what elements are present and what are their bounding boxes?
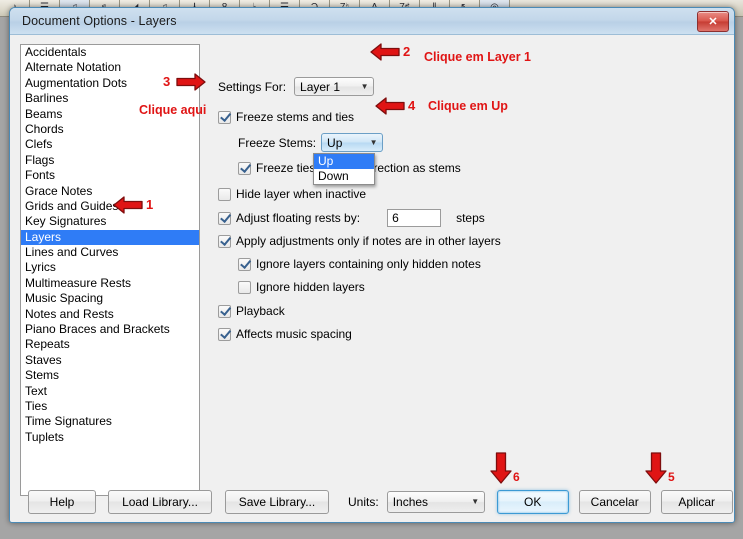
playback-label: Playback (236, 304, 285, 318)
load-library-button[interactable]: Load Library... (108, 490, 212, 514)
freeze-stems-select[interactable]: Up ▼ (321, 133, 384, 152)
category-item[interactable]: Multimeasure Rests (21, 276, 199, 291)
category-item[interactable]: Alternate Notation (21, 60, 199, 75)
category-item[interactable]: Grids and Guides (21, 199, 199, 214)
annotation-number-2: 2 (403, 44, 411, 59)
layers-settings-panel: Settings For: Layer 1 ▼ Freeze stems and… (210, 44, 720, 341)
annotation-number-1: 1 (146, 197, 154, 212)
freeze-stems-row: Freeze Stems: Up ▼ (238, 133, 720, 152)
annotation-arrow-3 (176, 73, 206, 91)
save-library-button[interactable]: Save Library... (225, 490, 329, 514)
adjust-rests-checkbox[interactable] (218, 211, 231, 225)
settings-for-value: Layer 1 (300, 79, 341, 94)
ignore-hidden-notes-row[interactable]: Ignore layers containing only hidden not… (238, 257, 720, 271)
adjust-rests-row[interactable]: Adjust floating rests by: 6 steps (218, 209, 720, 227)
units-label: Units: (348, 495, 379, 509)
hide-layer-label: Hide layer when inactive (236, 187, 367, 201)
settings-for-select[interactable]: Layer 1 ▼ (294, 77, 375, 96)
annotation-text-2: Clique em Layer 1 (424, 50, 531, 64)
dropdown-option[interactable]: Up (314, 154, 374, 169)
affects-music-spacing-row[interactable]: Affects music spacing (218, 327, 720, 341)
ok-button[interactable]: OK (496, 490, 569, 514)
category-item[interactable]: Key Signatures (21, 214, 199, 229)
playback-checkbox[interactable] (218, 304, 231, 318)
settings-for-label: Settings For: (218, 79, 287, 94)
annotation-number-5: 5 (668, 470, 675, 484)
adjust-rests-input[interactable]: 6 (387, 209, 442, 227)
category-item[interactable]: Grace Notes (21, 184, 199, 199)
category-item[interactable]: Tuplets (21, 430, 199, 445)
chevron-down-icon: ▼ (360, 81, 369, 91)
ignore-hidden-notes-label: Ignore layers containing only hidden not… (256, 257, 481, 271)
affects-music-spacing-checkbox[interactable] (218, 327, 231, 341)
freeze-stems-dropdown-list[interactable]: Up Down (313, 153, 375, 185)
ignore-hidden-layers-row[interactable]: Ignore hidden layers (238, 280, 720, 294)
apply-adjustments-label: Apply adjustments only if notes are in o… (236, 234, 501, 248)
ignore-hidden-notes-checkbox[interactable] (238, 257, 251, 271)
category-item[interactable]: Lyrics (21, 260, 199, 275)
hide-layer-row[interactable]: Hide layer when inactive (218, 187, 720, 201)
category-item[interactable]: Piano Braces and Brackets (21, 322, 199, 337)
chevron-down-icon: ▼ (471, 497, 480, 506)
freeze-stems-label: Freeze Stems: (238, 135, 317, 150)
apply-button[interactable]: Aplicar (660, 490, 733, 514)
annotation-text-3: Clique aqui (139, 103, 207, 117)
freeze-ties-row[interactable]: Freeze ties in same direction as stems (238, 161, 720, 175)
close-icon[interactable]: ✕ (697, 11, 729, 32)
category-item[interactable]: Accidentals (21, 45, 199, 60)
category-item[interactable]: Music Spacing (21, 291, 199, 306)
annotation-arrow-6 (490, 452, 512, 484)
category-item[interactable]: Clefs (21, 137, 199, 152)
annotation-arrow-4 (375, 97, 405, 115)
freeze-ties-checkbox[interactable] (238, 161, 251, 175)
settings-for-row: Settings For: Layer 1 ▼ (218, 77, 720, 96)
category-item[interactable]: Flags (21, 153, 199, 168)
apply-adjustments-row[interactable]: Apply adjustments only if notes are in o… (218, 234, 720, 248)
annotation-number-6: 6 (513, 470, 520, 484)
dialog-titlebar: Document Options - Layers ✕ (10, 8, 734, 35)
freeze-stems-ties-label: Freeze stems and ties (236, 110, 355, 124)
category-item[interactable]: Augmentation Dots (21, 76, 199, 91)
freeze-stems-value: Up (327, 135, 343, 150)
cancel-button[interactable]: Cancelar (578, 490, 651, 514)
annotation-number-4: 4 (408, 98, 416, 113)
affects-music-spacing-label: Affects music spacing (236, 327, 352, 341)
document-options-dialog: Document Options - Layers ✕ Accidentals A… (9, 7, 735, 523)
category-item[interactable]: Layers (21, 229, 199, 246)
ignore-hidden-layers-label: Ignore hidden layers (256, 280, 365, 294)
units-value: Inches (392, 495, 429, 509)
adjust-rests-label: Adjust floating rests by: (236, 211, 361, 225)
chevron-down-icon: ▼ (369, 137, 378, 147)
units-select[interactable]: Inches ▼ (386, 491, 485, 513)
category-item[interactable]: Time Signatures (21, 414, 199, 429)
category-item[interactable]: Repeats (21, 337, 199, 352)
dropdown-option[interactable]: Down (314, 169, 374, 184)
help-button[interactable]: Help (28, 490, 96, 514)
dialog-footer: Help Load Library... Save Library... Uni… (10, 490, 736, 514)
ignore-hidden-layers-checkbox[interactable] (238, 280, 251, 294)
freeze-stems-ties-checkbox[interactable] (218, 110, 231, 124)
annotation-arrow-5 (645, 452, 667, 484)
category-item[interactable]: Stems (21, 368, 199, 383)
hide-layer-checkbox[interactable] (218, 187, 231, 201)
category-item[interactable]: Staves (21, 353, 199, 368)
playback-row[interactable]: Playback (218, 304, 720, 318)
category-item[interactable]: Notes and Rests (21, 307, 199, 322)
category-item[interactable]: Fonts (21, 168, 199, 183)
apply-adjustments-checkbox[interactable] (218, 234, 231, 248)
annotation-arrow-1 (113, 196, 143, 214)
annotation-number-3: 3 (163, 74, 171, 89)
category-item[interactable]: Lines and Curves (21, 245, 199, 260)
category-item[interactable]: Ties (21, 399, 199, 414)
annotation-arrow-2 (370, 43, 400, 61)
steps-label: steps (456, 211, 485, 225)
dialog-title: Document Options - Layers (22, 14, 177, 28)
category-item[interactable]: Chords (21, 122, 199, 137)
annotation-text-4: Clique em Up (428, 99, 508, 113)
dialog-body: Accidentals Alternate Notation Augmentatio… (10, 35, 734, 522)
category-item[interactable]: Text (21, 384, 199, 399)
